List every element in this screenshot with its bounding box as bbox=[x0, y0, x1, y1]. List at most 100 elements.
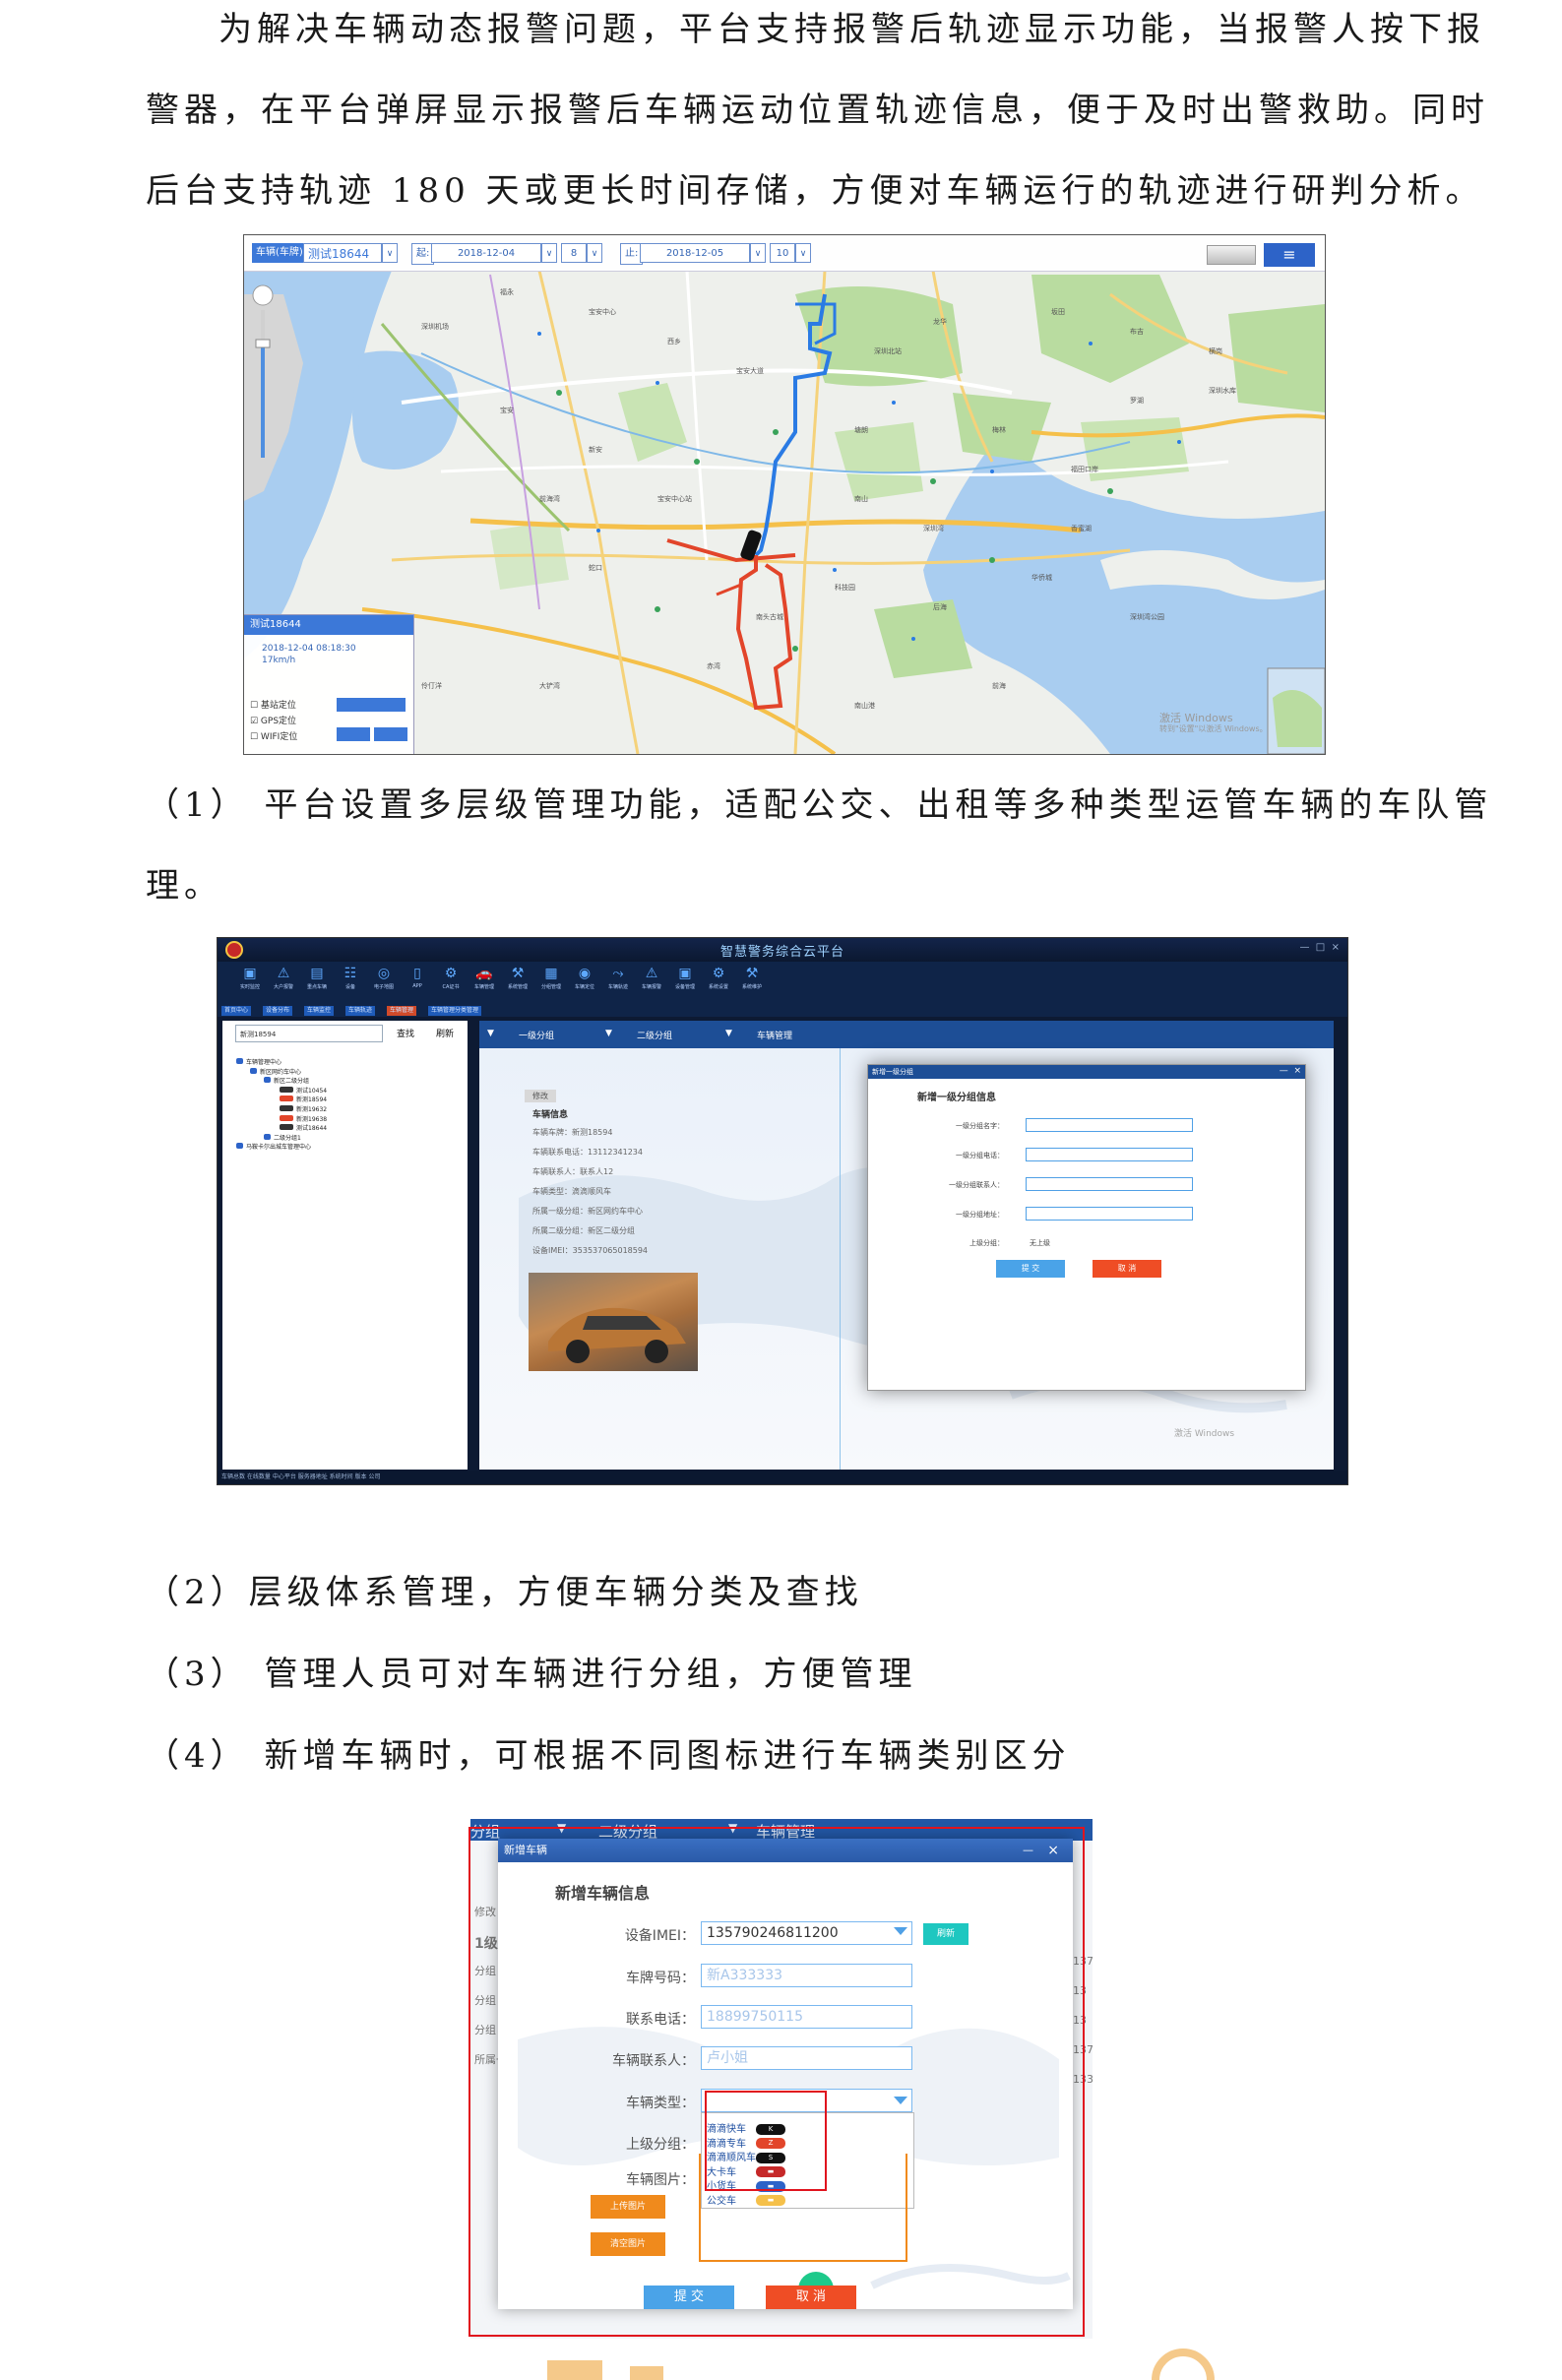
gps-option[interactable]: ☑ GPS定位 bbox=[250, 714, 296, 726]
platform-icon-label: 车辆轨迹 bbox=[607, 984, 628, 990]
platform-tab-3[interactable]: 车辆轨迹 bbox=[345, 1006, 376, 1016]
platform-icon-5[interactable]: ▯ APP bbox=[401, 966, 434, 1001]
tree-panel bbox=[222, 1021, 468, 1470]
folder-icon bbox=[264, 1133, 271, 1140]
locate-button[interactable] bbox=[337, 698, 406, 712]
end-date-dropdown-icon[interactable]: ∨ bbox=[750, 243, 766, 263]
platform-icon-1[interactable]: ⚠ 大户报警 bbox=[267, 966, 300, 1001]
svg-text:科技园: 科技园 bbox=[835, 583, 855, 592]
platform-icon-label: CA证书 bbox=[442, 984, 460, 990]
intro-line-1: 为解决车辆动态报警问题，平台支持报警后轨迹显示功能，当报警人按下报 bbox=[219, 10, 1485, 49]
tree-node[interactable]: 马鞍卡尔出城车管理中心 bbox=[236, 1142, 311, 1151]
tree-node[interactable]: 测试10454 bbox=[280, 1086, 327, 1095]
group-name-input[interactable] bbox=[1026, 1118, 1193, 1132]
card-row: 所属二级分组：新区二级分组 bbox=[532, 1226, 635, 1235]
platform-icon-label: 大户报警 bbox=[273, 984, 293, 990]
tree-search-input[interactable]: 新测18594 bbox=[235, 1025, 383, 1042]
map-watermark-2: 转到"设置"以激活 Windows。 bbox=[1159, 724, 1268, 733]
platform-icon-2[interactable]: ▤ 重点车辆 bbox=[300, 966, 334, 1001]
group-contact-label: 一级分组联系人： bbox=[949, 1181, 1004, 1189]
svg-text:罗湖: 罗湖 bbox=[1130, 396, 1144, 405]
end-date-input[interactable]: 2018-12-05 bbox=[640, 243, 750, 263]
platform-tab-5[interactable]: 车辆管理分类管理 bbox=[428, 1006, 482, 1016]
platform-icon-8[interactable]: ⚒ 系统管理 bbox=[501, 966, 534, 1001]
nav-dropdown-2-icon[interactable]: ▼ bbox=[605, 1029, 612, 1038]
platform-icon-13[interactable]: ▣ 设备管理 bbox=[668, 966, 702, 1001]
platform-icon-3[interactable]: ☷ 设备 bbox=[334, 966, 367, 1001]
platform-icon-11[interactable]: ⤳ 车辆轨迹 bbox=[601, 966, 635, 1001]
card-row: 车辆联系电话：13112341234 bbox=[532, 1148, 643, 1157]
tree-node[interactable]: 二级分组1 bbox=[264, 1133, 301, 1142]
end-hour-input[interactable]: 10 bbox=[770, 243, 795, 263]
nav-level-two-group[interactable]: 二级分组 bbox=[637, 1029, 672, 1041]
svg-text:前海湾: 前海湾 bbox=[539, 494, 560, 503]
platform-icon-12[interactable]: ⚠ 车辆报警 bbox=[635, 966, 668, 1001]
tree-node[interactable]: 车辆管理中心 bbox=[236, 1057, 281, 1066]
menu-icon[interactable]: ≡ bbox=[1264, 243, 1315, 267]
svg-text:梅林: 梅林 bbox=[992, 425, 1006, 434]
base-station-option[interactable]: ☐ 基站定位 bbox=[250, 698, 296, 711]
start-date-dropdown-icon[interactable]: ∨ bbox=[541, 243, 557, 263]
platform-icon-9[interactable]: ▦ 分组管理 bbox=[534, 966, 568, 1001]
start-date-input[interactable]: 2018-12-04 bbox=[431, 243, 541, 263]
svg-text:华侨城: 华侨城 bbox=[1031, 573, 1052, 582]
group-cancel-button[interactable]: 取 消 bbox=[1093, 1260, 1161, 1278]
platform-icon-glyph-12-icon: ⚠ bbox=[645, 966, 658, 981]
tree-node[interactable]: 新测18594 bbox=[280, 1095, 327, 1103]
card-row: 设备IMEI：353537065018594 bbox=[532, 1246, 649, 1255]
group-address-input[interactable] bbox=[1026, 1207, 1193, 1221]
platform-icon-15[interactable]: ⚒ 系统维护 bbox=[735, 966, 769, 1001]
track-map-screenshot: 深圳机场 福永 宝安中心 西乡 宝安大道 深圳北站 龙华 坂田 布吉 横岗 宝安 新安 塘朗 梅林… bbox=[243, 234, 1326, 755]
zoom-control[interactable] bbox=[252, 284, 274, 462]
platform-icon-6[interactable]: ⚙ CA证书 bbox=[434, 966, 468, 1001]
platform-icon-label: APP bbox=[412, 983, 422, 989]
end-hour-dropdown-icon[interactable]: ∨ bbox=[795, 243, 811, 263]
svg-text:香蜜湖: 香蜜湖 bbox=[1071, 524, 1092, 532]
platform-tab-1[interactable]: 设备分布 bbox=[263, 1006, 293, 1016]
map-gray-button[interactable] bbox=[1207, 245, 1256, 265]
nav-vehicle-management[interactable]: 车辆管理 bbox=[757, 1029, 792, 1041]
group-phone-input[interactable] bbox=[1026, 1148, 1193, 1161]
platform-icon-10[interactable]: ◉ 车辆定位 bbox=[568, 966, 601, 1001]
platform-tab-4[interactable]: 车辆管理 bbox=[387, 1006, 417, 1016]
start-hour-input[interactable]: 8 bbox=[561, 243, 587, 263]
platform-icon-14[interactable]: ⚙ 系统设置 bbox=[702, 966, 735, 1001]
tree-search-button[interactable]: 查找 bbox=[397, 1027, 414, 1039]
tree-node[interactable]: 新区网约车中心 bbox=[250, 1067, 301, 1076]
splitter[interactable] bbox=[840, 1048, 841, 1470]
platform-icon-4[interactable]: ◎ 电子地图 bbox=[367, 966, 401, 1001]
tree-node[interactable]: 测试18644 bbox=[280, 1123, 327, 1132]
platform-tab-0[interactable]: 首页中心 bbox=[221, 1006, 252, 1016]
svg-text:塘朗: 塘朗 bbox=[854, 425, 868, 434]
card-edit-button[interactable]: 修改 bbox=[525, 1090, 556, 1102]
nav-dropdown-3-icon[interactable]: ▼ bbox=[725, 1029, 732, 1038]
window-controls[interactable]: — □ × bbox=[1299, 942, 1340, 953]
start-hour-dropdown-icon[interactable]: ∨ bbox=[587, 243, 602, 263]
group-submit-button[interactable]: 提 交 bbox=[996, 1260, 1065, 1278]
wifi-option[interactable]: ☐ WIFI定位 bbox=[250, 729, 297, 742]
platform-icon-label: 系统设置 bbox=[708, 984, 728, 990]
platform-icon-glyph-11-icon: ⤳ bbox=[612, 966, 624, 981]
stop-button[interactable] bbox=[374, 727, 407, 741]
play-button[interactable] bbox=[337, 727, 370, 741]
nav-dropdown-1-icon[interactable]: ▼ bbox=[487, 1029, 494, 1038]
group-contact-input[interactable] bbox=[1026, 1177, 1193, 1191]
tree-node[interactable]: 新测19638 bbox=[280, 1114, 327, 1123]
svg-text:南山: 南山 bbox=[854, 494, 868, 503]
vehicle-dropdown-icon[interactable]: ∨ bbox=[382, 243, 398, 263]
svg-text:福永: 福永 bbox=[500, 287, 514, 296]
vehicle-select[interactable]: 测试18644 bbox=[303, 243, 382, 263]
svg-text:前海: 前海 bbox=[992, 681, 1006, 690]
platform-icon-glyph-13-icon: ▣ bbox=[678, 966, 692, 981]
nav-level-one-group[interactable]: 一级分组 bbox=[519, 1029, 554, 1041]
tree-refresh-button[interactable]: 刷新 bbox=[436, 1027, 454, 1039]
platform-icon-0[interactable]: ▣ 实时监控 bbox=[233, 966, 267, 1001]
platform-icon-7[interactable]: 🚗 车辆管理 bbox=[468, 966, 501, 1001]
group-dialog-title: 新增一级分组信息 bbox=[917, 1093, 996, 1103]
vehicle-info-panel: 测试18644 2018-12-04 08:18:30 17km/h ☐ 基站定… bbox=[244, 614, 414, 754]
platform-icon-glyph-7-icon: 🚗 bbox=[475, 966, 493, 981]
group-dialog-close-icon[interactable]: — × bbox=[1280, 1066, 1301, 1076]
tree-node[interactable]: 新测19632 bbox=[280, 1104, 327, 1113]
tree-node[interactable]: 新区二级分组 bbox=[264, 1076, 309, 1085]
platform-tab-2[interactable]: 车辆监控 bbox=[304, 1006, 335, 1016]
